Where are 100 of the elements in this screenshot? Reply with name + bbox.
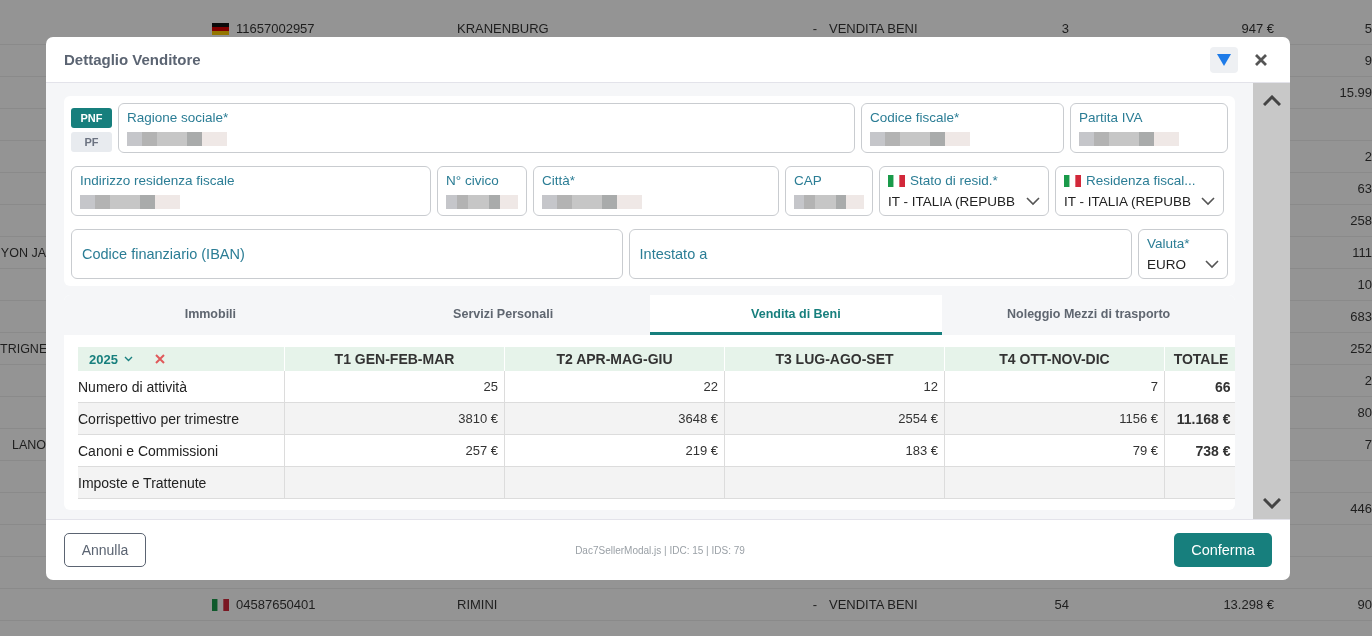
triangle-down-icon	[1216, 52, 1232, 67]
table-cell: 22	[703, 379, 718, 394]
table-cell: 63	[1357, 181, 1372, 196]
table-cell: 3	[1061, 21, 1069, 36]
column-header: T3 LUG-AGO-SET	[775, 351, 894, 367]
chevron-up-icon[interactable]	[1262, 95, 1281, 106]
tab[interactable]: Servizi Personali	[356, 295, 650, 335]
table-cell: 25	[483, 379, 498, 394]
input-field[interactable]: CAP	[785, 166, 873, 216]
table-cell: 80	[1357, 405, 1372, 420]
input-field[interactable]: Città*	[533, 166, 779, 216]
chevron-down-icon	[123, 356, 133, 362]
chevron-down-icon	[1201, 197, 1215, 206]
table-cell: 7	[1150, 379, 1158, 394]
column-header: T4 OTT-NOV-DIC	[999, 351, 1110, 367]
chevron-down-icon[interactable]	[1262, 498, 1281, 509]
table-cell: 183 €	[905, 443, 938, 458]
table-cell: 90	[1357, 597, 1372, 612]
table-cell: 9	[1364, 53, 1372, 68]
column-header: T2 APR-MAG-GIU	[556, 351, 673, 367]
table-cell: 258	[1350, 213, 1372, 228]
chevron-down-icon	[1026, 197, 1040, 206]
field-label: Ragione sociale*	[127, 110, 229, 125]
table-cell: 219 €	[685, 443, 718, 458]
select-value: IT - ITALIA (REPUBB	[1064, 194, 1192, 209]
table-cell: 7	[1364, 437, 1372, 452]
total-cell: 11.168 €	[1176, 410, 1231, 427]
confirm-button[interactable]: Conferma	[1174, 533, 1272, 567]
table-cell: 13.298 €	[1223, 597, 1274, 612]
table-cell: 947 €	[1241, 21, 1274, 36]
field-label: Partita IVA	[1079, 110, 1143, 125]
field-label: Stato di resid.*	[910, 173, 998, 188]
table-cell: 683	[1350, 309, 1372, 324]
debug-info: Dac7SellerModal.js | IDC: 15 | IDS: 79	[574, 544, 746, 556]
filter-button[interactable]	[1210, 46, 1238, 73]
table-cell: -	[812, 597, 817, 612]
input-field[interactable]: Intestato a	[628, 229, 1132, 279]
table-cell: 3810 €	[458, 411, 498, 426]
row-label: Corrispettivo per trimestre	[78, 410, 240, 427]
table-cell: 2554 €	[898, 411, 938, 426]
dialog-title: Dettaglio Venditore	[64, 51, 202, 68]
table-cell: 2	[1364, 149, 1372, 164]
column-header: T1 GEN-FEB-MAR	[334, 351, 455, 367]
input-field[interactable]: Partita IVA	[1070, 103, 1228, 153]
table-cell: VENDITA BENI	[829, 21, 918, 36]
table-cell: 54	[1054, 597, 1069, 612]
select-field[interactable]: Valuta* EURO	[1138, 229, 1228, 279]
table-cell: 79 €	[1132, 443, 1158, 458]
input-field[interactable]: N° civico	[437, 166, 527, 216]
close-icon[interactable]	[154, 354, 165, 364]
table-cell: RIMINI	[457, 597, 498, 612]
chevron-down-icon	[1205, 260, 1219, 269]
row-label: Imposte e Trattenute	[78, 474, 207, 491]
table-cell: 252	[1350, 341, 1372, 356]
person-type-toggle[interactable]: PNF	[71, 108, 112, 128]
table-cell: 1156 €	[1119, 411, 1158, 426]
field-label: Valuta*	[1147, 236, 1190, 251]
table-cell: -	[812, 21, 817, 36]
total-cell: 738 €	[1195, 442, 1231, 459]
input-field[interactable]: Ragione sociale*	[118, 103, 855, 153]
select-field[interactable]: Stato di resid.* IT - ITALIA (REPUBB	[879, 166, 1049, 216]
table-cell: 111	[1352, 245, 1372, 260]
field-label: N° civico	[446, 173, 499, 188]
table-cell: YON JA	[0, 245, 46, 260]
table-cell: LANO	[11, 437, 46, 452]
table-cell: VENDITA BENI	[829, 597, 918, 612]
cancel-button[interactable]: Annulla	[64, 533, 146, 567]
year-dropdown[interactable]: 2025	[89, 351, 118, 367]
table-cell: 5	[1364, 21, 1372, 36]
row-label: Numero di attività	[78, 378, 187, 395]
table-cell: 10	[1357, 277, 1372, 292]
close-icon	[1254, 52, 1268, 67]
tab[interactable]: Noleggio Mezzi di trasporto	[942, 295, 1235, 335]
field-label: Città*	[542, 173, 575, 188]
table-cell: 2	[1364, 373, 1372, 388]
select-value: EURO	[1147, 257, 1186, 272]
field-label: Indirizzo residenza fiscale	[80, 173, 235, 188]
row-label: Canoni e Commissioni	[78, 442, 219, 459]
field-label: Residenza fiscal...	[1086, 173, 1196, 188]
table-cell: 04587650401	[236, 597, 316, 612]
column-header: TOTALE	[1173, 351, 1229, 367]
total-cell: 66	[1214, 378, 1231, 395]
select-field[interactable]: Residenza fiscal... IT - ITALIA (REPUBB	[1055, 166, 1224, 216]
input-field[interactable]: Codice finanziario (IBAN)	[71, 229, 623, 279]
table-cell: TRIGNE	[0, 341, 48, 356]
scrollbar[interactable]	[1253, 83, 1290, 519]
table-cell: 257 €	[465, 443, 498, 458]
input-field[interactable]: Codice fiscale*	[861, 103, 1064, 153]
table-cell: 3648 €	[678, 411, 718, 426]
field-label: CAP	[794, 173, 822, 188]
input-field[interactable]: Indirizzo residenza fiscale	[71, 166, 431, 216]
tab[interactable]: Vendita di Beni	[649, 295, 943, 335]
tab[interactable]: Immobili	[64, 295, 357, 335]
select-value: IT - ITALIA (REPUBB	[888, 194, 1016, 209]
table-cell: 11657002957	[236, 21, 315, 36]
field-label: Codice fiscale*	[870, 110, 960, 125]
person-type-toggle[interactable]: PF	[71, 132, 112, 152]
table-cell: 12	[923, 379, 938, 394]
table-cell: KRANENBURG	[457, 21, 549, 36]
table-cell: 446	[1350, 501, 1372, 516]
